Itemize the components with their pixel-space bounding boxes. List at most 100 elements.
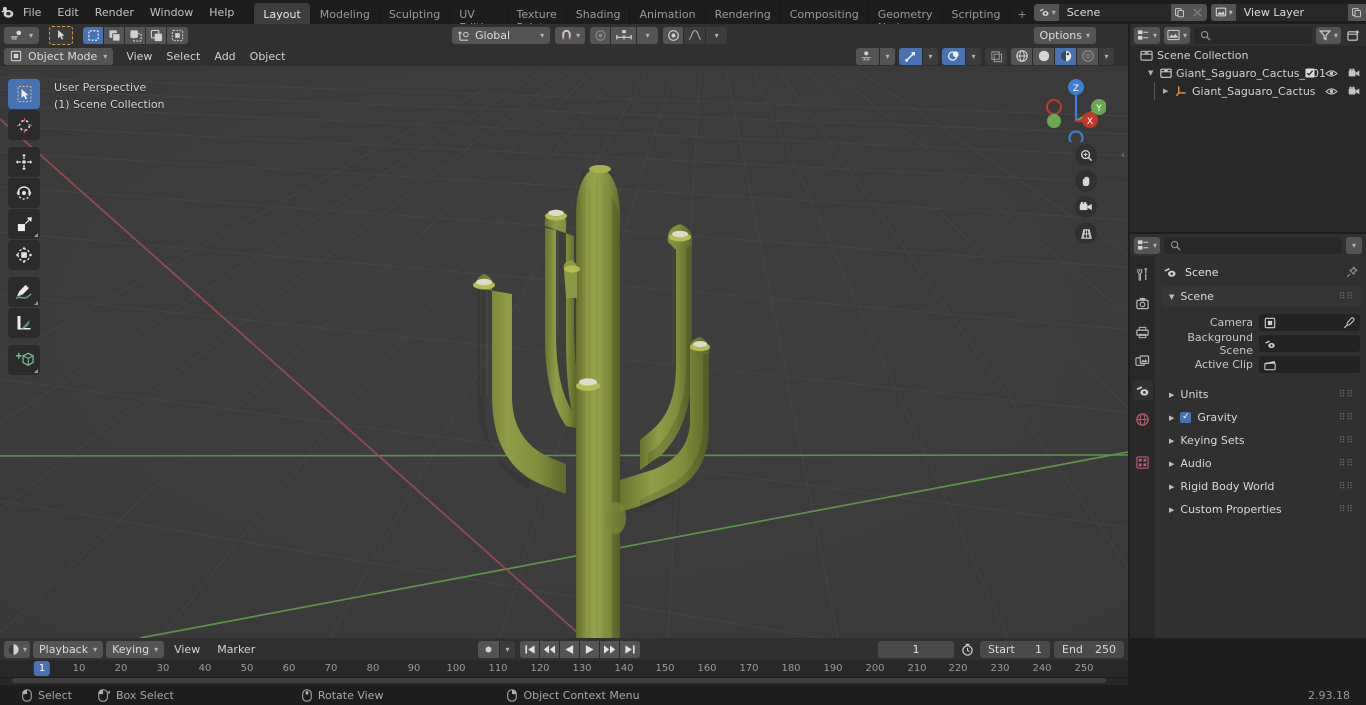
auto-keying-icon[interactable] <box>958 641 976 658</box>
measure-tool-button[interactable] <box>8 308 40 338</box>
snap-dropdown-chevron-icon[interactable]: ▾ <box>637 26 659 44</box>
panel-custom-properties[interactable]: ▶ Custom Properties ⠿⠿ <box>1161 499 1362 520</box>
panel-gravity[interactable]: ▶ ✓ Gravity ⠿⠿ <box>1161 407 1362 428</box>
outliner-row-object[interactable]: ▶ Giant_Saguaro_Cactus <box>1130 82 1366 100</box>
panel-keying-sets[interactable]: ▶ Keying Sets ⠿⠿ <box>1161 430 1362 451</box>
properties-tab-output[interactable] <box>1133 322 1153 342</box>
tab-compositing[interactable]: Compositing <box>781 3 869 24</box>
eye-icon[interactable] <box>1325 87 1338 96</box>
pan-hand-icon[interactable] <box>1075 170 1097 192</box>
view-layer-selector[interactable]: ▾ View Layer <box>1210 3 1366 21</box>
select-extend-icon[interactable] <box>104 26 126 44</box>
properties-tab-scene[interactable] <box>1132 380 1153 400</box>
jump-end-icon[interactable] <box>620 640 640 658</box>
camera-icon[interactable] <box>1348 68 1360 78</box>
menu-window[interactable]: Window <box>142 3 201 22</box>
current-frame-field[interactable]: 1 <box>878 640 954 658</box>
tab-sculpting[interactable]: Sculpting <box>380 3 451 24</box>
shading-mode-group[interactable]: ▾ <box>1011 47 1114 65</box>
sidebar-toggle-arrow-icon[interactable]: ‹ <box>1121 150 1125 161</box>
move-tool-button[interactable] <box>8 147 40 177</box>
navigation-gizmo[interactable]: Z Y X <box>1036 72 1106 142</box>
eyedropper-icon[interactable] <box>1343 316 1355 329</box>
camera-icon[interactable] <box>1348 86 1360 96</box>
viewport-menu-add[interactable]: Add <box>207 48 242 65</box>
panel-audio[interactable]: ▶ Audio ⠿⠿ <box>1161 453 1362 474</box>
falloff-curve-icon[interactable] <box>684 26 707 44</box>
properties-tab-view-layer[interactable] <box>1133 351 1153 371</box>
timeline-ruler[interactable]: 1 10 20 30 40 50 60 70 80 90 100 110 120… <box>0 660 1128 678</box>
viewport-options-button[interactable]: Options ▾ <box>1033 26 1096 44</box>
active-tool-button[interactable]: ▾ <box>4 26 40 44</box>
properties-tab-world[interactable] <box>1133 409 1153 429</box>
wireframe-shading-icon[interactable] <box>1011 47 1033 65</box>
snap-target-icon[interactable] <box>611 26 638 44</box>
expander-icon[interactable]: ▶ <box>1163 87 1171 95</box>
proportional-editing-group[interactable]: ▾ <box>663 26 728 44</box>
select-mode-group[interactable] <box>83 26 189 44</box>
chevron-down-icon[interactable]: ▾ <box>880 47 895 65</box>
menu-file[interactable]: File <box>15 3 49 22</box>
tab-modeling[interactable]: Modeling <box>311 3 380 24</box>
panel-scene[interactable]: ▼ Scene ⠿⠿ <box>1161 286 1362 307</box>
next-keyframe-icon[interactable] <box>600 640 620 658</box>
timeline-menu-marker[interactable]: Marker <box>210 641 262 658</box>
viewport-menu-object[interactable]: Object <box>243 48 293 65</box>
rotate-tool-button[interactable] <box>8 178 40 208</box>
jump-start-icon[interactable] <box>520 640 540 658</box>
annotate-tool-button[interactable] <box>8 277 40 307</box>
add-workspace-button[interactable]: + <box>1010 3 1033 24</box>
play-icon[interactable] <box>580 640 600 658</box>
tab-layout[interactable]: Layout <box>254 3 311 24</box>
panel-units[interactable]: ▶ Units ⠿⠿ <box>1161 384 1362 405</box>
select-set-icon[interactable] <box>83 26 105 44</box>
prev-keyframe-icon[interactable] <box>540 640 560 658</box>
tab-texture-paint[interactable]: Texture Paint <box>508 3 567 34</box>
auto-keyframe-group[interactable]: ▾ <box>478 640 515 658</box>
play-reverse-icon[interactable] <box>560 640 580 658</box>
expander-icon[interactable]: ▼ <box>1148 69 1156 77</box>
blender-logo-icon[interactable] <box>0 5 15 20</box>
select-subtract-icon[interactable] <box>125 26 147 44</box>
add-cube-tool-button[interactable] <box>8 345 40 375</box>
unlink-scene-icon[interactable] <box>1188 3 1207 21</box>
viewport-menu-view[interactable]: View <box>119 48 159 65</box>
timeline-editor-type-dropdown[interactable]: ▾ <box>4 640 31 658</box>
select-intersect-icon[interactable] <box>167 26 189 44</box>
panel-rigid-body-world[interactable]: ▶ Rigid Body World ⠿⠿ <box>1161 476 1362 497</box>
tab-shading[interactable]: Shading <box>567 3 631 24</box>
menu-help[interactable]: Help <box>201 3 242 22</box>
new-scene-icon[interactable] <box>1170 3 1189 21</box>
tab-animation[interactable]: Animation <box>630 3 706 24</box>
falloff-dropdown-chevron-icon[interactable]: ▾ <box>706 26 728 44</box>
tab-geometry-nodes[interactable]: Geometry Nodes <box>869 3 943 34</box>
timeline-menu-view[interactable]: View <box>167 641 207 658</box>
view-layer-name[interactable]: View Layer <box>1235 3 1348 21</box>
select-invert-icon[interactable] <box>146 26 168 44</box>
object-mode-dropdown[interactable]: Object Mode ▾ <box>4 47 114 65</box>
material-preview-icon[interactable] <box>1055 47 1077 65</box>
eye-icon[interactable] <box>1325 69 1338 78</box>
properties-tab-render[interactable] <box>1133 293 1153 313</box>
timeline-scrollbar[interactable] <box>4 678 1124 683</box>
snap-settings-group[interactable]: ▾ <box>590 26 659 44</box>
tab-rendering[interactable]: Rendering <box>706 3 781 24</box>
active-clip-field[interactable] <box>1259 356 1360 373</box>
chevron-down-icon[interactable]: ▾ <box>966 47 981 65</box>
timeline-playhead[interactable]: 1 <box>33 661 51 676</box>
chevron-down-icon[interactable]: ▾ <box>1099 47 1114 65</box>
tweak-tool-indicator[interactable] <box>49 25 74 45</box>
proportional-editing-toggle-icon[interactable] <box>663 26 685 44</box>
new-collection-icon[interactable] <box>1345 27 1362 44</box>
gravity-checkbox[interactable]: ✓ <box>1180 412 1192 423</box>
outliner-row-collection[interactable]: ▼ Giant_Saguaro_Cactus_001 <box>1130 64 1366 82</box>
outliner-filter-button[interactable]: ▾ <box>1315 26 1341 44</box>
perspective-toggle-icon[interactable] <box>1075 222 1097 244</box>
solid-shading-icon[interactable] <box>1033 47 1055 65</box>
proportional-edit-icon[interactable] <box>590 26 612 44</box>
timeline-keying-dropdown[interactable]: Keying ▾ <box>106 640 165 658</box>
properties-editor-type-dropdown[interactable]: ▾ <box>1134 236 1161 254</box>
pin-icon[interactable] <box>1346 266 1358 278</box>
tab-uv-editing[interactable]: UV Editing <box>450 3 508 34</box>
end-frame-field[interactable]: End 250 <box>1054 640 1124 658</box>
